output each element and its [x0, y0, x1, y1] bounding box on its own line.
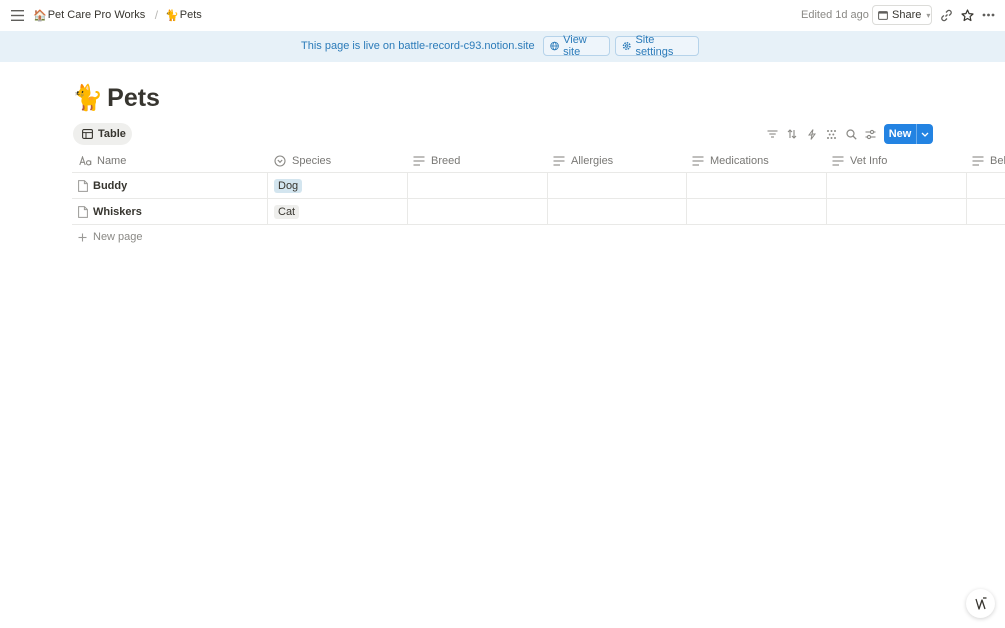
select-circle-icon: [273, 154, 287, 168]
page-title-text: Pets: [107, 84, 160, 112]
new-page-label: New page: [93, 231, 143, 243]
column-divider: [686, 199, 687, 224]
cell-name-text: Whiskers: [93, 206, 142, 218]
globe-icon: [550, 41, 559, 51]
cell-name[interactable]: Whiskers: [78, 199, 142, 225]
species-tag[interactable]: Dog: [274, 179, 303, 193]
column-header-label: Medications: [710, 154, 769, 167]
column-divider: [407, 173, 408, 198]
link-icon[interactable]: [938, 7, 954, 23]
edited-timestamp: Edited 1d ago: [801, 9, 869, 21]
help-bubble[interactable]: [966, 589, 995, 618]
breadcrumb-workspace[interactable]: 🏠 Pet Care Pro Workspace: [33, 9, 146, 22]
breadcrumb-pets-label: Pets: [179, 9, 202, 21]
automation-bolt-icon[interactable]: [804, 126, 820, 142]
column-header-vet-info[interactable]: Vet Info: [831, 148, 887, 173]
cat-icon: 🐈: [165, 9, 179, 22]
cell-name-text: Buddy: [93, 180, 128, 192]
page-icon: [78, 180, 88, 192]
pets-table: Name Species Breed Allergies Medications: [72, 148, 1005, 225]
page-title[interactable]: 🐈 Pets: [72, 84, 160, 113]
column-header-label: Beh: [990, 154, 1005, 167]
tab-table-label: Table: [98, 128, 126, 140]
species-tag[interactable]: Cat: [274, 205, 300, 219]
sidebar-menu-icon[interactable]: [8, 6, 26, 24]
breadcrumb-workspace-label: Pet Care Pro Workspace: [47, 9, 146, 21]
text-lines-icon: [552, 154, 566, 168]
cell-name[interactable]: Buddy: [78, 173, 127, 199]
house-icon: 🏠: [33, 9, 47, 22]
breadcrumb-separator: /: [154, 8, 159, 22]
plus-icon: [78, 233, 87, 241]
column-divider: [547, 173, 548, 198]
column-header-label: Vet Info: [850, 154, 888, 167]
gear-icon: [622, 42, 631, 50]
notion-help-icon: [974, 596, 986, 610]
table-icon: [82, 129, 93, 139]
settings-sliders-icon[interactable]: [862, 126, 878, 142]
tab-table-view[interactable]: Table: [73, 123, 132, 145]
view-site-label: View site: [563, 34, 587, 58]
filter-icon[interactable]: [764, 126, 780, 142]
new-page-button[interactable]: New page: [78, 231, 143, 243]
column-divider: [547, 199, 548, 224]
column-divider: [826, 199, 827, 224]
table-row[interactable]: Buddy Dog: [72, 173, 1005, 199]
column-header-medications[interactable]: Medications: [691, 148, 769, 173]
text-lines-icon: [412, 154, 426, 168]
column-header-label: Breed: [431, 154, 461, 167]
table-header: Name Species Breed Allergies Medications: [72, 148, 1005, 173]
column-divider: [686, 173, 687, 198]
column-header-name[interactable]: Name: [78, 148, 126, 173]
column-header-allergies[interactable]: Allergies: [552, 148, 613, 173]
share-button[interactable]: Share ▾: [872, 5, 932, 25]
search-icon[interactable]: [843, 126, 859, 142]
chevron-down-icon: ▾: [926, 10, 931, 20]
column-divider: [966, 199, 967, 224]
text-lines-icon: [691, 154, 705, 168]
breadcrumb: 🏠 Pet Care Pro Workspace / 🐈 Pets: [33, 8, 202, 22]
table-row[interactable]: Whiskers Cat: [72, 199, 1005, 225]
top-bar: 🏠 Pet Care Pro Workspace / 🐈 Pets Edited…: [0, 0, 1005, 31]
column-header-behavior[interactable]: Beh: [971, 148, 1005, 173]
column-divider: [826, 173, 827, 198]
site-settings-label: Site settings: [635, 34, 674, 58]
published-banner-text: This page is live on battle-record-c93.n…: [301, 40, 535, 52]
column-header-label: Species: [292, 154, 332, 167]
column-divider: [267, 173, 268, 198]
site-settings-button[interactable]: Site settings: [615, 34, 699, 58]
page-icon: [78, 206, 88, 218]
column-divider: [966, 173, 967, 198]
page-emoji-cat-icon[interactable]: 🐈: [72, 84, 103, 113]
column-header-label: Allergies: [571, 154, 614, 167]
share-label: Share: [892, 9, 922, 21]
column-divider: [267, 199, 268, 224]
text-aa-icon: [78, 154, 92, 168]
column-divider: [407, 199, 408, 224]
column-header-species[interactable]: Species: [273, 148, 331, 173]
more-options-icon[interactable]: [980, 7, 996, 23]
star-icon[interactable]: [959, 7, 975, 23]
new-button-label: New: [888, 128, 912, 140]
column-header-label: Name: [97, 154, 127, 167]
breadcrumb-pets[interactable]: 🐈 Pets: [165, 9, 202, 22]
column-header-breed[interactable]: Breed: [412, 148, 460, 173]
text-lines-icon: [831, 154, 845, 168]
new-dropdown-chevron-icon[interactable]: [917, 132, 933, 137]
text-lines-icon: [971, 154, 985, 168]
globe-lock-icon: [878, 10, 888, 20]
ai-sparkle-icon[interactable]: [823, 126, 839, 142]
view-site-button[interactable]: View site: [543, 34, 610, 58]
sort-icon[interactable]: [784, 126, 800, 142]
new-record-button[interactable]: New: [884, 124, 933, 144]
published-banner: This page is live on battle-record-c93.n…: [0, 31, 1005, 62]
